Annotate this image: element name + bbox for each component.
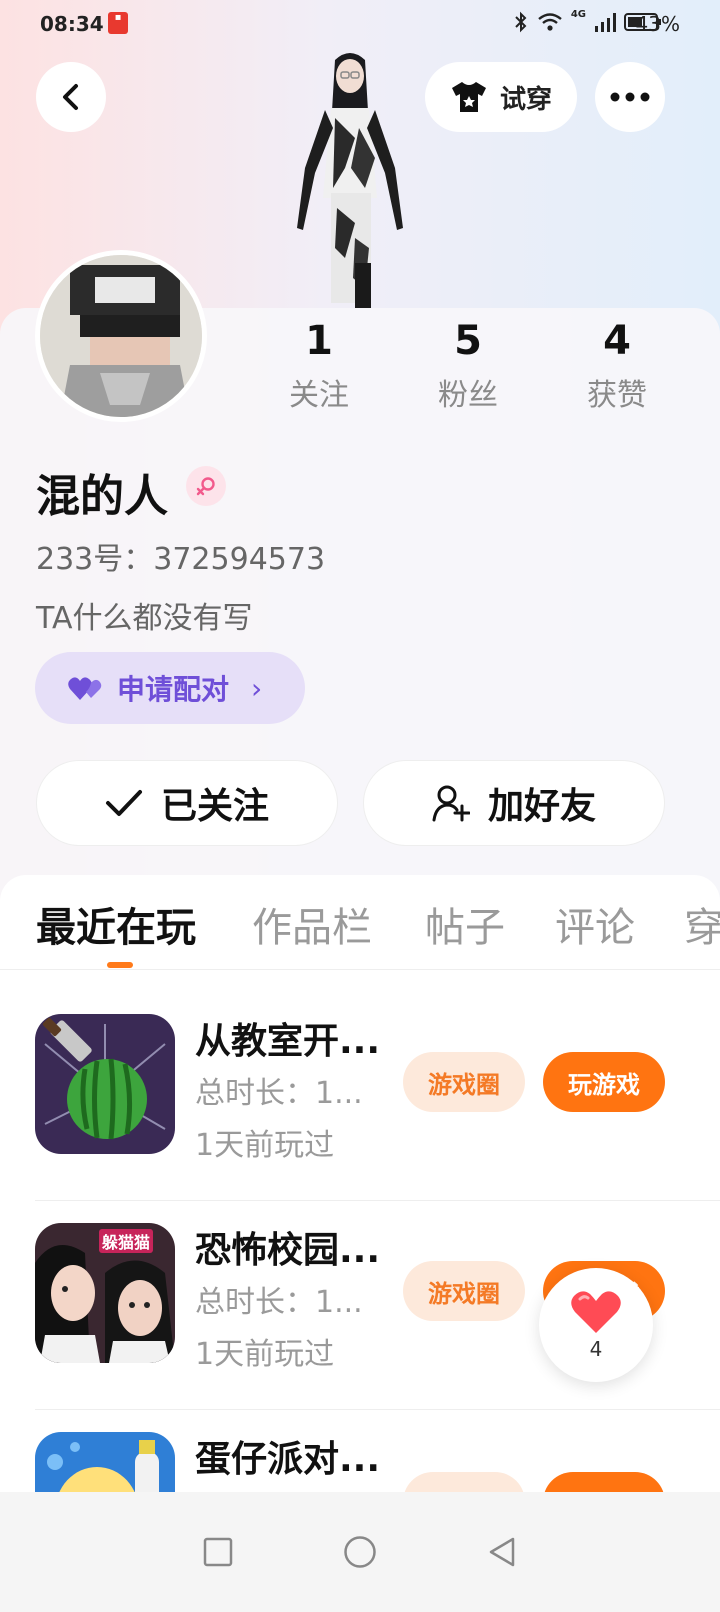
game-title: 蛋仔派对... [195,1439,381,1480]
status-bar: 08:34 ▪ 4G 43% [0,0,720,48]
battery-percent: 43% [635,12,680,36]
status-time: 08:34 [40,12,104,36]
home-icon[interactable] [343,1535,377,1569]
back-button[interactable] [36,62,106,132]
username: 混的人 [36,471,168,522]
request-pair-button[interactable]: 申请配对 › [35,652,305,724]
like-count: 4 [589,1337,603,1361]
double-heart-icon [68,677,102,700]
following-label: 关注 [289,378,349,413]
play-game-button[interactable]: 玩游戏 [543,1052,665,1112]
add-friend-label: 加好友 [487,786,596,827]
fans-count: 5 [454,318,482,364]
request-pair-label: 申请配对 [117,673,230,706]
game-circle-button[interactable]: 游戏圈 [403,1261,525,1321]
try-on-label: 试穿 [499,84,552,115]
likes-count: 4 [603,318,631,364]
following-count: 1 [305,318,333,364]
game-icon-horror-school[interactable]: 躲猫猫 [35,1223,175,1363]
chevron-right-icon: › [251,671,263,705]
tshirt-icon [451,82,486,112]
heart-icon [571,1291,621,1333]
followed-label: 已关注 [160,786,269,827]
gender-badge [186,466,226,506]
active-tab-indicator [107,962,133,968]
back-nav-icon[interactable] [487,1536,517,1568]
user-bio: TA什么都没有写 [36,601,253,636]
stat-following[interactable]: 1 关注 [254,318,384,414]
game-last-played: 1天前玩过 [195,1337,335,1372]
more-options-button[interactable] [595,62,665,132]
fans-label: 粉丝 [438,378,498,413]
tab-posts[interactable]: 帖子 [425,895,505,953]
game-duration: 总时长：1... [195,1076,363,1111]
game-row[interactable]: 从教室开... 总时长：1... 1天前玩过 游戏圈 玩游戏 [0,992,720,1201]
avatar-character-figure [297,53,403,308]
bluetooth-icon [515,11,527,33]
tab-works[interactable]: 作品栏 [252,895,372,953]
system-nav-bar [0,1492,720,1612]
signal-icon [595,13,616,32]
tab-comments[interactable]: 评论 [555,895,635,953]
game-icon-watermelon[interactable] [35,1014,175,1154]
wifi-icon [538,13,562,31]
stat-fans[interactable]: 5 粉丝 [403,318,533,414]
game-duration: 总时长：1... [195,1285,363,1320]
more-icon [610,92,650,102]
user-avatar[interactable] [35,250,207,422]
tabs-divider [0,969,720,970]
tab-recently-played[interactable]: 最近在玩 [36,895,196,953]
add-friend-button[interactable]: 加好友 [363,760,665,846]
followed-button[interactable]: 已关注 [36,760,338,846]
notification-icon: ▪ [108,12,128,34]
user-id: 233号：372594573 [36,542,326,577]
watermelon-game-image [35,1014,175,1154]
game-icon-badge: 躲猫猫 [99,1229,154,1253]
avatar-image [40,255,202,417]
tab-outfits[interactable]: 穿 [684,895,720,953]
game-circle-button[interactable]: 游戏圈 [403,1052,525,1112]
game-title: 恐怖校园... [195,1230,381,1271]
network-type: 4G [570,8,586,20]
try-on-button[interactable]: 试穿 [425,62,577,132]
floating-like-button[interactable]: 4 [539,1268,653,1382]
game-title: 从教室开... [195,1021,381,1062]
recent-apps-icon[interactable] [203,1537,233,1567]
add-user-icon [432,785,470,822]
check-icon [105,790,142,816]
chevron-left-icon [63,84,78,110]
likes-label: 获赞 [587,378,647,413]
profile-tabs: 最近在玩 作品栏 帖子 评论 穿 [0,875,720,970]
game-last-played: 1天前玩过 [195,1128,335,1163]
female-icon [196,477,215,496]
stat-likes[interactable]: 4 获赞 [552,318,682,414]
